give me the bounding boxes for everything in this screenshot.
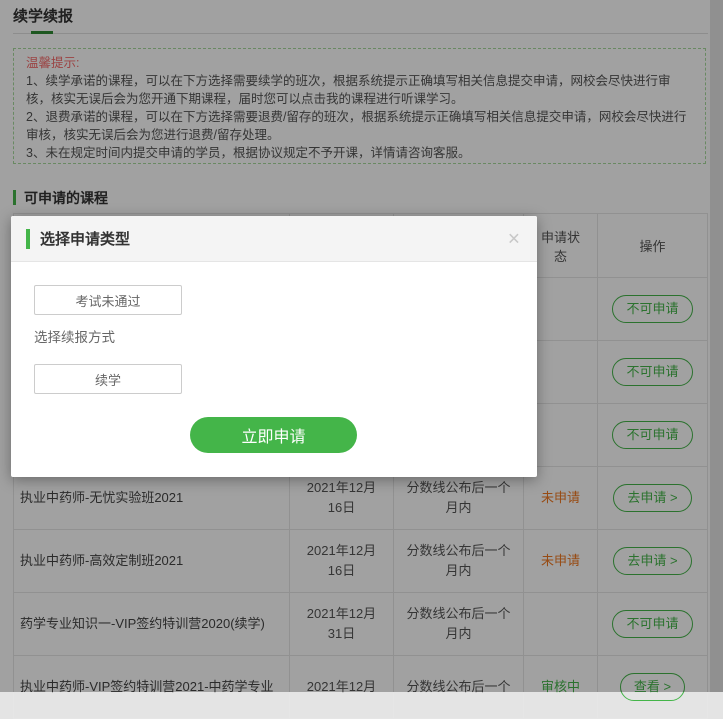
renew-method-label: 选择续报方式 — [34, 326, 115, 346]
renew-method-select[interactable]: 续学 — [34, 364, 182, 394]
submit-apply-button[interactable]: 立即申请 — [190, 417, 357, 453]
apply-type-modal: 选择申请类型 × 考试未通过 选择续报方式 续学 立即申请 — [11, 216, 537, 477]
close-icon[interactable]: × — [508, 228, 520, 249]
apply-type-select[interactable]: 考试未通过 — [34, 285, 182, 315]
modal-title: 选择申请类型 — [40, 228, 130, 249]
modal-accent-bar — [26, 229, 30, 249]
modal-header: 选择申请类型 × — [11, 216, 537, 262]
